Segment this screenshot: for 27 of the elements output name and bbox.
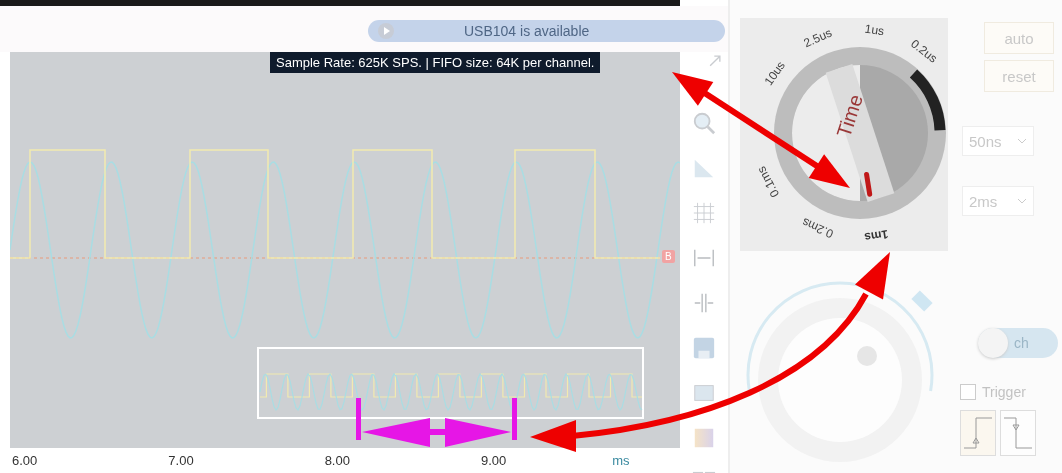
dial-label[interactable]: 1us (863, 21, 886, 39)
play-icon[interactable] (378, 23, 394, 39)
axis-tick-label: 6.00 (12, 453, 38, 468)
rising-edge-button[interactable] (960, 410, 996, 456)
channel-marker: B (662, 250, 675, 263)
axis-tick-label: 9.00 (480, 453, 507, 468)
trigger-checkbox[interactable] (960, 384, 976, 400)
axis-tick-label: 7.00 (168, 453, 194, 468)
dial-label[interactable]: 2.5us (801, 25, 834, 51)
chevron-icon (1017, 198, 1027, 204)
overview-panel[interactable] (257, 347, 644, 419)
zoom-icon[interactable] (692, 111, 716, 135)
gradient-icon[interactable] (692, 426, 716, 450)
grid-icon[interactable] (692, 201, 716, 225)
tooltip: Sample Rate: 625K SPS. | FIFO size: 64K per channel. (270, 52, 601, 73)
dial-label[interactable]: 1ms (863, 226, 890, 245)
axis-tick-label: 8.00 (324, 453, 350, 468)
save-icon[interactable] (692, 336, 716, 360)
dial-title: Time (832, 91, 867, 141)
trigger-label: Trigger (982, 384, 1026, 400)
axis-unit: ms (612, 453, 630, 468)
dial-label[interactable]: 0.2ms (799, 214, 836, 242)
chevron-icon (1017, 138, 1027, 144)
dial-label[interactable]: 0.1ms (754, 164, 783, 200)
vertical-cursor-icon[interactable] (692, 291, 716, 315)
falling-edge-button[interactable] (1000, 410, 1036, 456)
status-text: USB104 is available (464, 23, 590, 39)
